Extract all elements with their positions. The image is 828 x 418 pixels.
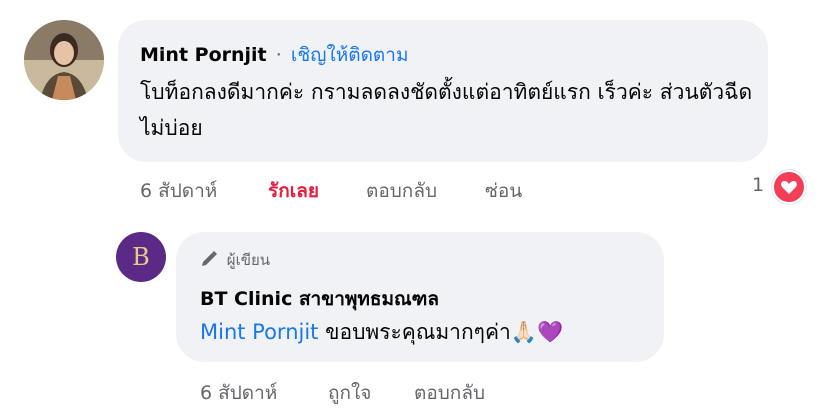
reply-timestamp[interactable]: 6 สัปดาห์ (200, 378, 277, 408)
hide-button[interactable]: ซ่อน (485, 176, 522, 206)
reply-text: Mint Pornjit ขอบพระคุณมากๆค่า🙏🏻💜 (200, 316, 563, 349)
reaction-count[interactable]: 1 (752, 174, 764, 196)
page-avatar[interactable]: B (116, 232, 166, 282)
avatar-photo (24, 20, 104, 100)
reply-actions: 6 สัปดาห์ ถูกใจ ตอบกลับ (200, 378, 520, 404)
avatar[interactable] (24, 20, 104, 100)
pen-icon (202, 251, 217, 266)
reply-bubble: ผู้เขียน BT Clinic สาขาพุทธมณฑล Mint Por… (176, 232, 664, 362)
reply-button[interactable]: ตอบกลับ (366, 176, 437, 206)
comment-actions: 6 สัปดาห์ รักเลย ตอบกลับ ซ่อน (140, 176, 560, 202)
like-button[interactable]: ถูกใจ (328, 378, 371, 408)
page-logo-text: B (132, 243, 150, 271)
comment-text: โบท็อกลงดีมากค่ะ กรามลดลงชัดตั้งแต่อาทิต… (140, 80, 753, 140)
follow-link[interactable]: เชิญให้ติดตาม (291, 44, 409, 66)
comment-timestamp[interactable]: 6 สัปดาห์ (140, 176, 217, 206)
reply-author[interactable]: BT Clinic สาขาพุทธมณฑล (200, 284, 439, 314)
reply-reply-button[interactable]: ตอบกลับ (414, 378, 485, 408)
comment-header: Mint Pornjit · เชิญให้ติดตาม (140, 40, 408, 70)
love-button[interactable]: รักเลย (268, 176, 319, 206)
comment-author[interactable]: Mint Pornjit (140, 44, 267, 66)
heart-icon (781, 181, 797, 194)
comment-bubble: Mint Pornjit · เชิญให้ติดตาม โบท็อกลงดีม… (118, 20, 768, 162)
mention-link[interactable]: Mint Pornjit (200, 320, 318, 344)
separator: · (275, 44, 282, 66)
love-reaction-icon[interactable] (772, 170, 806, 204)
reply-message: ขอบพระคุณมากๆค่า🙏🏻💜 (318, 320, 564, 344)
author-badge-label: ผู้เขียน (226, 251, 270, 269)
author-badge: ผู้เขียน (200, 248, 270, 272)
